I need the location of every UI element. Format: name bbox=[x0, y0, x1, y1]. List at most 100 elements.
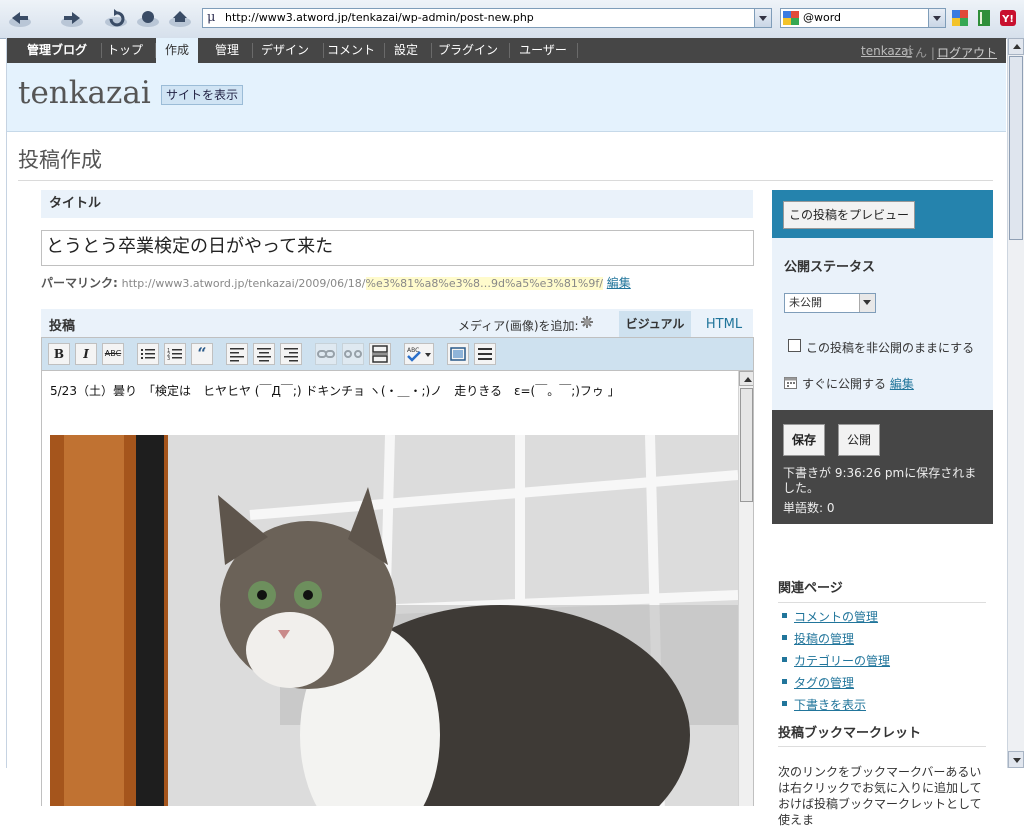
editor-toolbar: B I ABC 123 “ ABC bbox=[41, 337, 754, 371]
bookmarklet-description: 次のリンクをブックマークバーあるいは右クリックでお気に入りに追加しておけば投稿ブ… bbox=[778, 765, 982, 827]
divider bbox=[778, 746, 986, 747]
related-link-tags[interactable]: タグの管理 bbox=[782, 674, 890, 696]
post-panel-heading: 投稿 メディア(画像)を追加: ビジュアル HTML bbox=[41, 309, 753, 337]
page-scrollbar[interactable] bbox=[1007, 38, 1024, 768]
save-button[interactable]: 保存 bbox=[783, 424, 825, 456]
schedule-label: すぐに公開する bbox=[802, 377, 887, 391]
menu-item-create[interactable]: 作成 bbox=[156, 38, 198, 63]
admin-menu-bar: 管理ブログ トップ 作成 管理 デザイン コメント 設定 プラグイン ユーザー … bbox=[7, 38, 1006, 63]
chevron-down-icon[interactable] bbox=[754, 9, 771, 27]
menu-item-admin-blog[interactable]: 管理ブログ bbox=[13, 38, 101, 63]
scrollbar-thumb[interactable] bbox=[740, 388, 753, 502]
publish-actions: 保存 公開 下書きが 9:36:26 pmに保存されました。 単語数: 0 bbox=[772, 410, 993, 524]
post-title-input[interactable]: とうとう卒業検定の日がやって来た bbox=[41, 230, 754, 266]
insert-link-button[interactable] bbox=[315, 343, 337, 365]
schedule-edit-link[interactable]: 編集 bbox=[890, 377, 914, 391]
title-panel-heading: タイトル bbox=[41, 190, 753, 218]
site-header: tenkazai サイトを表示 bbox=[7, 63, 1006, 132]
blockquote-button[interactable]: “ bbox=[191, 343, 213, 365]
stop-icon[interactable] bbox=[136, 7, 160, 29]
scroll-up-icon[interactable] bbox=[1008, 38, 1024, 55]
chevron-down-icon[interactable] bbox=[859, 294, 875, 312]
italic-button[interactable]: I bbox=[75, 343, 97, 365]
draft-saved-status: 下書きが 9:36:26 pmに保存されました。 bbox=[783, 466, 977, 495]
editor-scrollbar[interactable] bbox=[738, 371, 753, 806]
search-input[interactable]: @word bbox=[780, 8, 946, 28]
scroll-down-icon[interactable] bbox=[1008, 751, 1024, 768]
browser-toolbar: μ http://www3.atword.jp/tenkazai/wp-admi… bbox=[0, 0, 1024, 39]
forward-icon[interactable] bbox=[60, 7, 84, 29]
schedule-row: すぐに公開する 編集 bbox=[802, 375, 914, 392]
user-suffix: さん | bbox=[903, 44, 935, 61]
scroll-up-icon[interactable] bbox=[739, 371, 753, 386]
user-honorific: さん bbox=[903, 46, 928, 60]
tab-html[interactable]: HTML bbox=[697, 311, 751, 337]
align-left-button[interactable] bbox=[226, 343, 248, 365]
home-icon[interactable] bbox=[168, 7, 192, 29]
permalink-label: パーマリンク: bbox=[41, 276, 118, 290]
address-text: http://www3.atword.jp/tenkazai/wp-admin/… bbox=[225, 11, 534, 24]
fullscreen-icon bbox=[450, 347, 466, 361]
align-right-icon bbox=[284, 348, 298, 362]
related-link-comments[interactable]: コメントの管理 bbox=[782, 608, 890, 630]
tab-visual[interactable]: ビジュアル bbox=[619, 311, 691, 337]
kitchen-sink-icon bbox=[478, 348, 492, 360]
more-tag-icon bbox=[372, 345, 388, 363]
cat-photo[interactable] bbox=[50, 435, 738, 806]
fullscreen-button[interactable] bbox=[447, 343, 469, 365]
preview-button[interactable]: この投稿をプレビュー bbox=[783, 201, 916, 229]
book-icon[interactable] bbox=[975, 9, 993, 27]
svg-text:Y!: Y! bbox=[1001, 14, 1014, 25]
menu-item-top[interactable]: トップ bbox=[102, 38, 148, 63]
related-link-drafts[interactable]: 下書きを表示 bbox=[782, 696, 890, 718]
svg-text:3: 3 bbox=[167, 356, 170, 362]
google-icon[interactable] bbox=[951, 9, 969, 27]
keep-private-checkbox[interactable] bbox=[788, 339, 801, 352]
reload-icon[interactable] bbox=[104, 7, 128, 29]
yahoo-icon[interactable]: Y! bbox=[999, 9, 1017, 27]
align-right-button[interactable] bbox=[280, 343, 302, 365]
insert-more-button[interactable] bbox=[369, 343, 391, 365]
chevron-down-icon[interactable] bbox=[928, 9, 945, 27]
menu-item-plugins[interactable]: プラグイン bbox=[432, 38, 504, 63]
word-count: 単語数: 0 bbox=[783, 501, 835, 515]
spellcheck-button[interactable]: ABC bbox=[404, 343, 434, 365]
strikethrough-button[interactable]: ABC bbox=[102, 343, 124, 365]
status-selected-value: 未公開 bbox=[789, 296, 822, 309]
editor-content-area[interactable]: 5/23（土）曇り 「検定は ヒヤヒヤ (￣Д￣;) ドキンチョ ヽ(・＿・;)… bbox=[41, 371, 754, 806]
bulleted-list-button[interactable] bbox=[137, 343, 159, 365]
bold-button[interactable]: B bbox=[48, 343, 70, 365]
publish-button[interactable]: 公開 bbox=[838, 424, 880, 456]
kitchen-sink-button[interactable] bbox=[474, 343, 496, 365]
scrollbar-thumb[interactable] bbox=[1009, 56, 1023, 240]
related-pages-title: 関連ページ bbox=[778, 581, 843, 596]
view-site-button[interactable]: サイトを表示 bbox=[161, 85, 244, 105]
google-icon bbox=[783, 11, 799, 25]
permalink-slug[interactable]: %e3%81%a8%e3%8…9d%a5%e3%81%9f/ bbox=[365, 277, 603, 290]
align-center-icon bbox=[257, 348, 271, 362]
menu-item-comments[interactable]: コメント bbox=[324, 38, 378, 63]
site-title: tenkazai bbox=[18, 75, 151, 111]
divider bbox=[18, 180, 993, 181]
permalink-edit-link[interactable]: 編集 bbox=[607, 276, 631, 290]
keep-private-label[interactable]: この投稿を非公開のままにする bbox=[806, 339, 974, 356]
related-link-posts[interactable]: 投稿の管理 bbox=[782, 630, 890, 652]
address-bar[interactable]: μ http://www3.atword.jp/tenkazai/wp-admi… bbox=[202, 8, 772, 28]
menu-item-users[interactable]: ユーザー bbox=[510, 38, 576, 63]
logout-link[interactable]: ログアウト bbox=[937, 44, 997, 61]
unlink-button[interactable] bbox=[342, 343, 364, 365]
back-icon[interactable] bbox=[8, 7, 32, 29]
numbered-list-button[interactable]: 123 bbox=[164, 343, 186, 365]
menu-separator bbox=[577, 43, 578, 58]
menu-item-design[interactable]: デザイン bbox=[253, 38, 317, 63]
divider bbox=[778, 602, 986, 603]
numbered-list-icon: 123 bbox=[167, 348, 182, 362]
related-link-categories[interactable]: カテゴリーの管理 bbox=[782, 652, 890, 674]
bulleted-list-icon bbox=[141, 349, 155, 359]
menu-item-settings[interactable]: 設定 bbox=[385, 38, 427, 63]
related-pages-list: コメントの管理 投稿の管理 カテゴリーの管理 タグの管理 下書きを表示 bbox=[782, 608, 890, 718]
menu-item-manage[interactable]: 管理 bbox=[206, 38, 248, 63]
publish-status-select[interactable]: 未公開 bbox=[784, 293, 876, 313]
align-center-button[interactable] bbox=[253, 343, 275, 365]
add-media-icon[interactable] bbox=[580, 315, 594, 329]
